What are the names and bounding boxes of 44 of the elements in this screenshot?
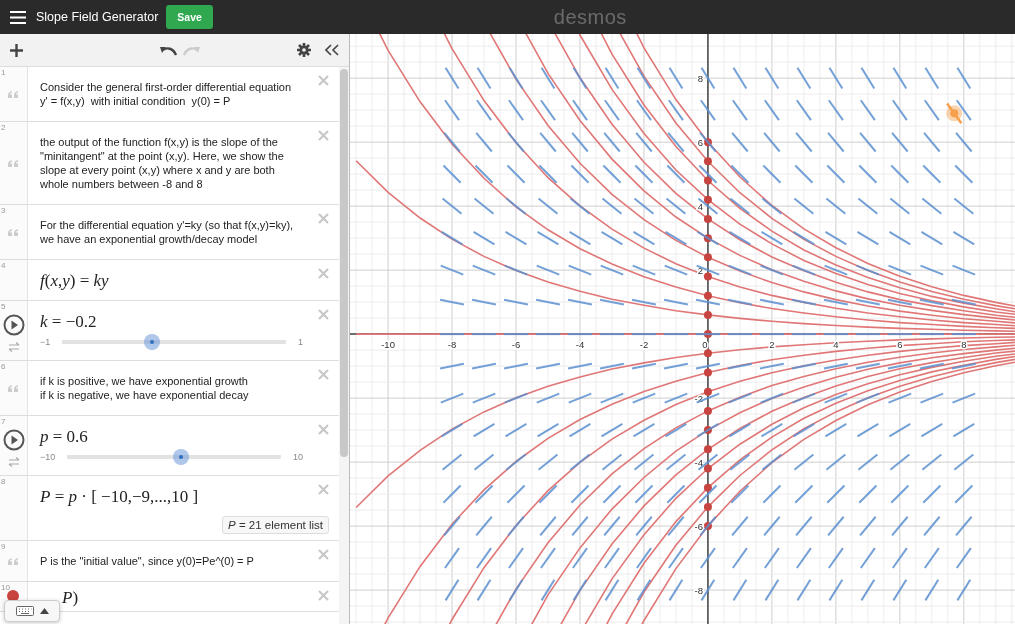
line-number: 4 <box>1 261 6 270</box>
axis-tick-label: -6 <box>694 521 703 533</box>
axis-tick-label: -6 <box>511 339 521 351</box>
slider-max-label: 10 <box>293 452 303 462</box>
logo: desmos <box>553 5 627 29</box>
note-text: Consider the general first-order differential equation y' = f(x,y) with initial condition y(0) = P <box>40 80 293 108</box>
axis-tick-label: -8 <box>447 339 457 351</box>
math-expression[interactable]: P) <box>62 582 79 611</box>
line-number: 1 <box>1 68 6 77</box>
line-number: 9 <box>1 542 6 551</box>
note-text: P is the "initial value", since y(0)=Pe^(0) = P <box>40 554 255 568</box>
axis-tick-label: 4 <box>697 201 703 213</box>
graph-title[interactable]: Slope Field Generator <box>36 10 159 24</box>
math-expression[interactable]: k = −0.2 <box>40 301 97 334</box>
math-expression[interactable]: p = 0.6 <box>40 416 88 449</box>
axis-tick-label: 8 <box>961 339 967 351</box>
slider-min-label: −10 <box>40 452 56 462</box>
line-number: 3 <box>1 206 6 215</box>
slider-max-label: 1 <box>298 337 303 347</box>
line-number: 6 <box>1 362 6 371</box>
line-number: 2 <box>1 123 6 132</box>
axis-tick-label: 8 <box>697 73 703 85</box>
line-number: 5 <box>1 302 6 311</box>
note-text: For the differential equation y'=ky (so that f(x,y)=ky), we have an exponential growth/decay model <box>40 218 295 246</box>
line-number: 7 <box>1 417 6 426</box>
math-expression[interactable]: f(x,y) = ky <box>40 260 109 300</box>
axis-tick-label: -2 <box>639 339 649 351</box>
axis-tick-label: 2 <box>769 339 775 351</box>
line-number: 8 <box>1 477 6 486</box>
axis-tick-label: 4 <box>833 339 839 351</box>
evaluation-result: P = 21 element list <box>222 516 329 534</box>
line-number: 10 <box>1 583 10 592</box>
axis-tick-label: 6 <box>897 339 903 351</box>
math-expression[interactable]: P = p · [ −10,−9,...,10 ] <box>40 476 199 516</box>
axis-tick-label: -10 <box>381 339 395 351</box>
slider-min-label: −1 <box>40 337 51 347</box>
axis-tick-label: -4 <box>694 457 703 469</box>
axis-tick-label: 0 <box>702 339 708 351</box>
axis-tick-label: -8 <box>694 585 703 597</box>
axis-tick-label: -4 <box>575 339 585 351</box>
axis-tick-label: 2 <box>697 265 703 277</box>
note-text: if k is positive, we have exponential growth if k is negative, we have exponential decay <box>40 374 250 402</box>
note-text: the output of the function f(x,y) is the slope of the "minitangent" at the point (x,y). Here, we show the slope at every point (x,y) where x and y are both whole numbers between -8 and 8 <box>40 135 285 191</box>
axis-tick-label: 6 <box>697 137 703 149</box>
